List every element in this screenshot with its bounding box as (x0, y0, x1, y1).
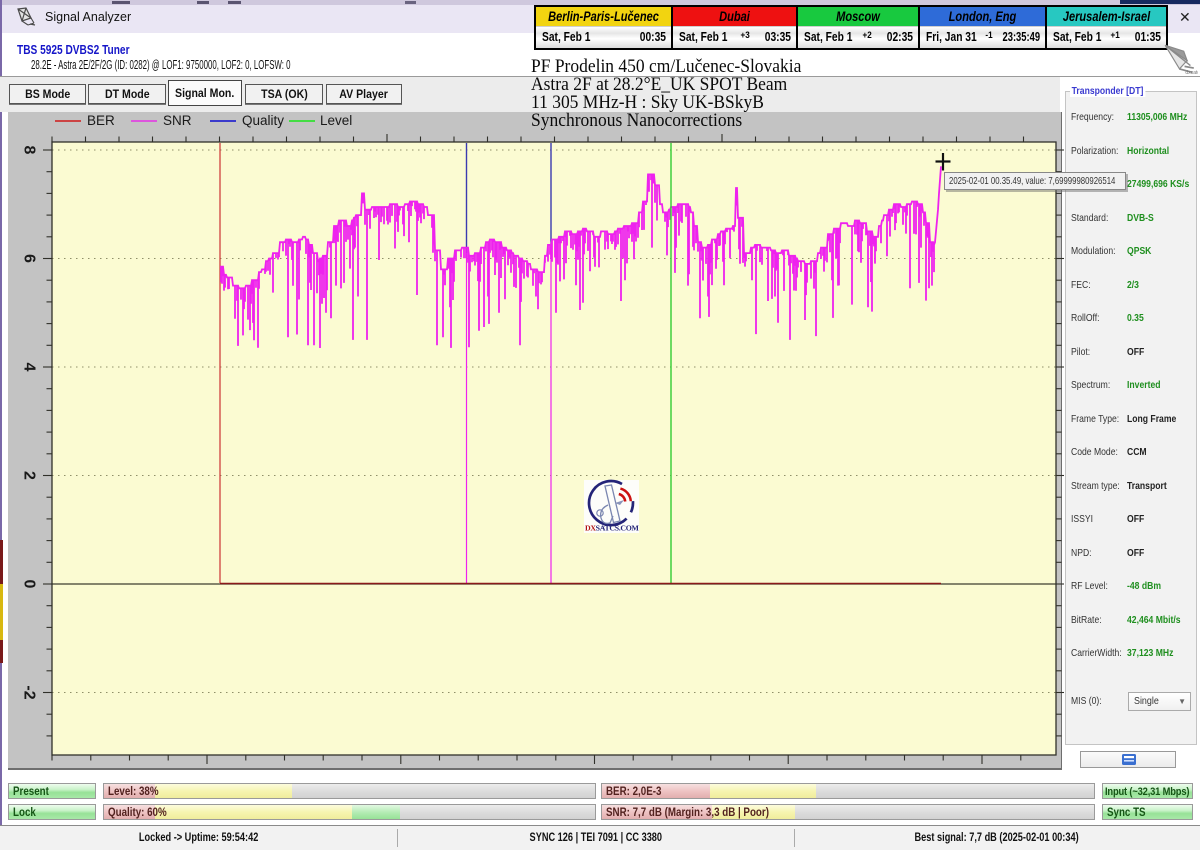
svg-text:dxsatcs: dxsatcs (1185, 70, 1198, 76)
